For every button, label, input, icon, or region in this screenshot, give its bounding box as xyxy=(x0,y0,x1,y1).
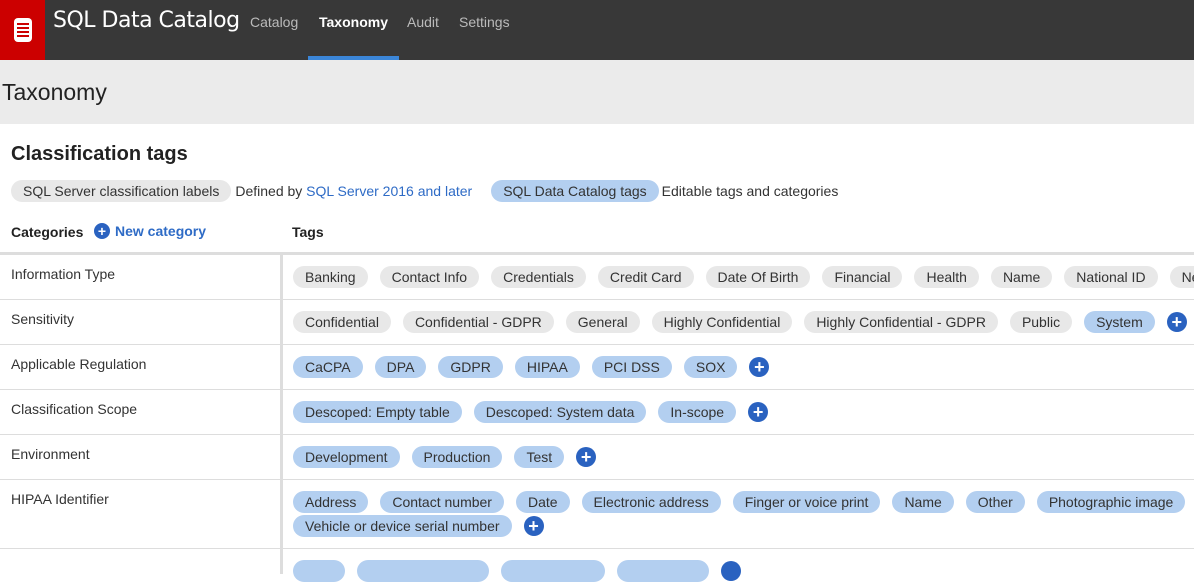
tag-pill[interactable]: Name xyxy=(990,266,1053,288)
tag-pill[interactable]: Public xyxy=(1009,311,1073,333)
tag-pill[interactable]: Other xyxy=(965,491,1025,513)
top-bar: SQL Data Catalog Catalog Taxonomy Audit … xyxy=(0,0,1194,60)
categories-header: Categories xyxy=(11,224,84,240)
tags-header: Tags xyxy=(292,224,324,240)
tag-pill[interactable]: Descoped: System data xyxy=(473,401,647,423)
nav-taxonomy[interactable]: Taxonomy xyxy=(308,0,399,60)
add-tag-button[interactable]: + xyxy=(749,357,770,377)
tag-pill[interactable]: Production xyxy=(411,446,503,468)
tag-pill[interactable]: Finger or voice print xyxy=(732,491,881,513)
tag-pill[interactable]: Credentials xyxy=(491,266,586,288)
tag-pill[interactable]: PCI DSS xyxy=(591,356,672,378)
tag-pill[interactable]: Banking xyxy=(293,266,368,288)
category-name[interactable]: Information Type xyxy=(11,266,115,282)
tag-pill[interactable]: Confidential - GDPR xyxy=(402,311,554,333)
table-row: Environment Development Production Test + xyxy=(0,434,1194,479)
category-name[interactable]: HIPAA Identifier xyxy=(11,491,109,507)
tag-pill[interactable]: Photographic image xyxy=(1036,491,1186,513)
tag-pill[interactable]: CaCPA xyxy=(293,356,363,378)
add-tag-button[interactable]: + xyxy=(748,402,769,422)
tag-pill[interactable]: Highly Confidential xyxy=(651,311,793,333)
tag-pill[interactable]: Ne xyxy=(1169,266,1194,288)
table-row: HIPAA Identifier Address Contact number Dat… xyxy=(0,479,1194,548)
tag-pill[interactable]: National ID xyxy=(1064,266,1158,288)
tag-pill[interactable]: Financial xyxy=(822,266,903,288)
legend-catalog-desc: Editable tags and categories xyxy=(661,183,839,199)
tag-pill[interactable]: GDPR xyxy=(438,356,503,378)
section-title: Classification tags xyxy=(11,143,188,165)
table-row: Information Type Banking Contact Info Crede… xyxy=(0,254,1194,299)
nav-settings[interactable]: Settings xyxy=(448,0,521,60)
tag-pill[interactable]: Electronic address xyxy=(581,491,721,513)
new-category-label: New category xyxy=(115,223,207,239)
tag-pill[interactable]: SOX xyxy=(683,356,738,378)
tag-pill[interactable]: HIPAA xyxy=(514,356,580,378)
new-category-button[interactable]: + New category xyxy=(94,223,206,239)
app-title: SQL Data Catalog xyxy=(53,8,240,33)
category-name[interactable]: Classification Scope xyxy=(11,401,137,417)
add-tag-button[interactable]: + xyxy=(576,447,597,467)
tag-list: Descoped: Empty table Descoped: System da… xyxy=(293,400,1194,424)
add-tag-button[interactable]: + xyxy=(523,516,544,536)
tag-pill[interactable]: Confidential xyxy=(293,311,391,333)
table-row: Sensitivity Confidential Confidential - GD… xyxy=(0,299,1194,344)
tag-pill[interactable]: Address xyxy=(293,491,369,513)
tag-pill[interactable]: Development xyxy=(293,446,400,468)
category-name[interactable]: Sensitivity xyxy=(11,311,74,327)
table-row: Classification Scope Descoped: Empty tabl… xyxy=(0,389,1194,434)
tag-list: Development Production Test + xyxy=(293,445,1194,469)
tag-pill[interactable]: Health xyxy=(914,266,979,288)
tag-pill[interactable]: Contact number xyxy=(380,491,504,513)
add-tag-button[interactable]: + xyxy=(1166,312,1187,332)
tag-pill[interactable]: Date xyxy=(515,491,570,513)
tag-pill[interactable]: Highly Confidential - GDPR xyxy=(804,311,998,333)
tag-pill[interactable]: Contact Info xyxy=(379,266,480,288)
plus-icon: + xyxy=(94,223,110,239)
tag-pill[interactable]: DPA xyxy=(374,356,427,378)
tag-pill[interactable]: Vehicle or device serial number xyxy=(293,515,512,537)
category-name[interactable]: Environment xyxy=(11,446,90,462)
legend-defined-by: Defined by xyxy=(235,183,303,199)
legend-catalog-pill: SQL Data Catalog tags xyxy=(491,180,659,202)
table-row: Applicable Regulation CaCPA DPA GDPR HIPAA PC… xyxy=(0,344,1194,389)
logo-database-icon[interactable] xyxy=(0,0,45,60)
tag-list: Confidential Confidential - GDPR General Hi… xyxy=(293,310,1194,334)
tag-pill[interactable]: General xyxy=(565,311,640,333)
tag-list: Banking Contact Info Credentials Credit Car… xyxy=(293,265,1194,289)
page-title: Taxonomy xyxy=(2,79,107,105)
nav-catalog[interactable]: Catalog xyxy=(239,0,309,60)
sql-server-link[interactable]: SQL Server 2016 and later xyxy=(306,183,472,199)
tag-pill[interactable]: Name xyxy=(892,491,954,513)
tag-pill[interactable]: Date Of Birth xyxy=(705,266,811,288)
tag-pill[interactable]: In-scope xyxy=(658,401,737,423)
tag-pill[interactable]: System xyxy=(1084,311,1155,333)
nav-audit[interactable]: Audit xyxy=(396,0,450,60)
tag-pill[interactable]: Descoped: Empty table xyxy=(293,401,462,423)
legend-sql-server-pill: SQL Server classification labels xyxy=(11,180,232,202)
tag-list: Address Contact number Date Electronic addr… xyxy=(293,490,1194,538)
category-name[interactable]: Applicable Regulation xyxy=(11,356,146,372)
page-header: Taxonomy xyxy=(0,60,1194,124)
tag-list: CaCPA DPA GDPR HIPAA PCI DSS SOX + xyxy=(293,355,1194,379)
legend: SQL Server classification labels Defined… xyxy=(11,179,838,203)
tag-pill[interactable]: Credit Card xyxy=(597,266,694,288)
table-row xyxy=(0,548,1194,582)
tag-list xyxy=(293,559,1194,583)
tag-pill[interactable]: Test xyxy=(514,446,565,468)
